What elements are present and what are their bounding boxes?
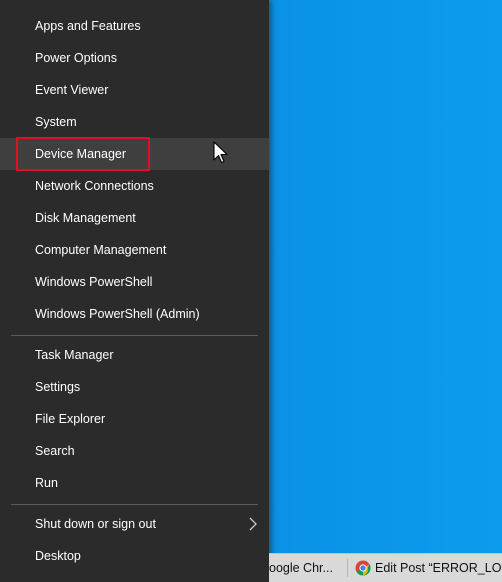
menu-item-disk-management[interactable]: Disk Management: [0, 202, 269, 234]
menu-item-system[interactable]: System: [0, 106, 269, 138]
menu-item-file-explorer[interactable]: File Explorer: [0, 403, 269, 435]
menu-item-label: Shut down or sign out: [35, 517, 156, 531]
menu-item-shut-down-or-sign-out[interactable]: Shut down or sign out: [0, 508, 269, 540]
menu-item-run[interactable]: Run: [0, 467, 269, 499]
mouse-cursor-icon: [213, 141, 228, 164]
menu-item-apps-and-features[interactable]: Apps and Features: [0, 10, 269, 42]
menu-item-power-options[interactable]: Power Options: [0, 42, 269, 74]
menu-item-desktop[interactable]: Desktop: [0, 540, 269, 572]
menu-item-settings[interactable]: Settings: [0, 371, 269, 403]
taskbar: oogle Chr... Edit Post “ERROR_LO...: [269, 553, 502, 582]
menu-item-windows-powershell-admin[interactable]: Windows PowerShell (Admin): [0, 298, 269, 330]
menu-item-computer-management[interactable]: Computer Management: [0, 234, 269, 266]
menu-item-windows-powershell[interactable]: Windows PowerShell: [0, 266, 269, 298]
chrome-icon: [355, 560, 371, 576]
menu-item-network-connections[interactable]: Network Connections: [0, 170, 269, 202]
menu-item-event-viewer[interactable]: Event Viewer: [0, 74, 269, 106]
winx-quick-link-menu: Apps and Features Power Options Event Vi…: [0, 0, 269, 582]
menu-item-task-manager[interactable]: Task Manager: [0, 339, 269, 371]
taskbar-divider: [347, 559, 348, 577]
menu-separator: [11, 504, 258, 505]
taskbar-item-edit-post[interactable]: Edit Post “ERROR_LO...: [375, 554, 502, 582]
chevron-right-icon: [249, 517, 257, 531]
menu-item-search[interactable]: Search: [0, 435, 269, 467]
taskbar-item-google-chrome[interactable]: oogle Chr...: [269, 554, 333, 582]
menu-separator: [11, 335, 258, 336]
